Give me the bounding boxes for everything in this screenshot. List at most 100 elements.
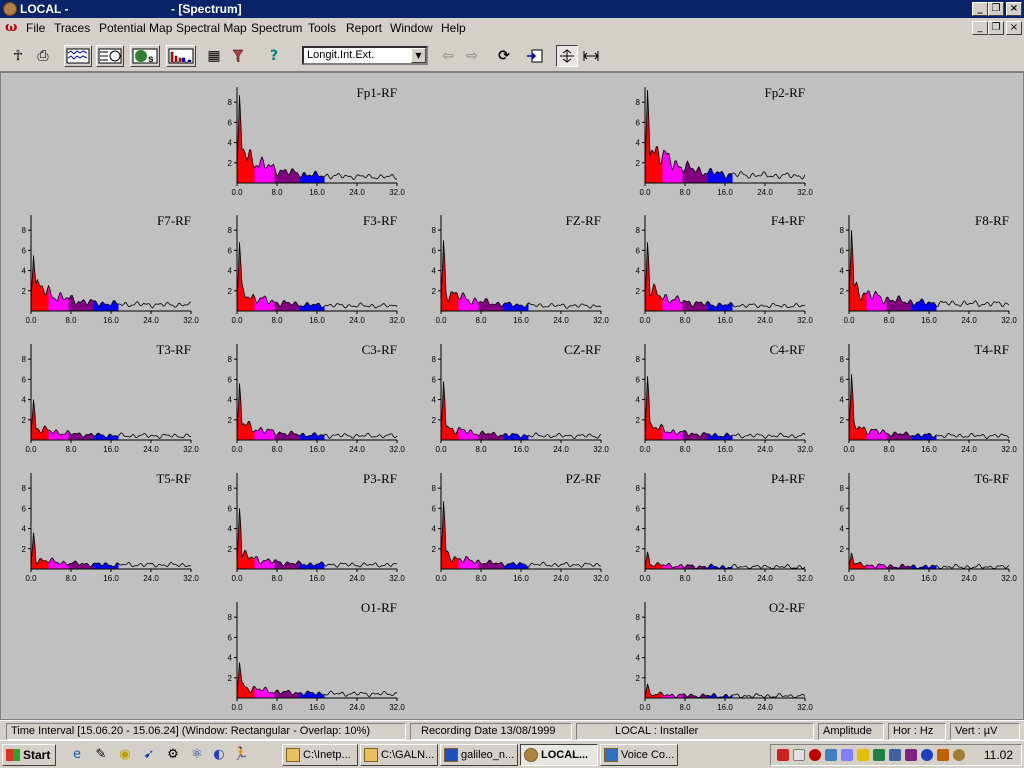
chat-icon[interactable]: [905, 749, 917, 761]
minimize-button[interactable]: _: [972, 2, 988, 16]
y-tick-label: 8: [636, 226, 641, 235]
restore-button[interactable]: ❐: [988, 2, 1004, 16]
menu-file[interactable]: File: [26, 21, 45, 35]
x-tick-label: 0.0: [231, 703, 243, 712]
menu-traces[interactable]: Traces: [54, 21, 90, 35]
document-menu-icon[interactable]: ω: [5, 20, 17, 35]
spectrum-view-icon[interactable]: [166, 45, 196, 67]
child-close-button[interactable]: ×: [1006, 21, 1022, 35]
child-restore-button[interactable]: ❐: [988, 21, 1004, 35]
spectrum-line: [440, 381, 602, 439]
vertical-scale-icon[interactable]: [556, 45, 578, 67]
import-icon[interactable]: [524, 45, 546, 67]
task-button-galileo[interactable]: galileo_n...: [440, 744, 518, 766]
x-tick-label: 32.0: [1001, 574, 1017, 583]
x-tick-label: 8.0: [271, 445, 283, 454]
spectrum-panel-pz: 2 4 6 8 0.0 8.0 16.0 24.0 32.0 PZ-RF: [425, 465, 625, 585]
x-tick-label: 24.0: [553, 574, 569, 583]
menu-help[interactable]: Help: [441, 21, 466, 35]
montage-view-icon[interactable]: [96, 45, 124, 67]
montage-select[interactable]: Longit.Int.Ext. ▼: [302, 46, 428, 65]
x-tick-label: 16.0: [717, 445, 733, 454]
refresh-icon[interactable]: ⟳: [494, 45, 514, 67]
x-tick-label: 32.0: [593, 316, 609, 325]
help-icon[interactable]: ?: [264, 45, 284, 67]
traces-view-icon[interactable]: [64, 45, 92, 67]
task-button-voice[interactable]: Voice Co...: [600, 744, 678, 766]
task-button-inetpub[interactable]: C:\Inetp...: [282, 744, 358, 766]
forward-arrow-icon[interactable]: ⇨: [462, 45, 482, 67]
spectrum-chart-o1: 2 4 6 8 0.0 8.0 16.0 24.0 32.0 O1-RF: [228, 600, 406, 712]
print-icon[interactable]: ⎙: [32, 45, 54, 67]
back-arrow-icon[interactable]: ⇦: [438, 45, 458, 67]
y-tick-label: 6: [22, 246, 27, 255]
network-icon[interactable]: [873, 749, 885, 761]
edit-icon[interactable]: ✎: [92, 746, 110, 764]
patient-icon[interactable]: ☥: [8, 45, 28, 67]
spectrum-chart-p4: 2 4 6 8 0.0 8.0 16.0 24.0 32.0 P4-RF: [636, 471, 814, 583]
app-icon[interactable]: [3, 2, 17, 16]
menu-tools[interactable]: Tools: [308, 21, 336, 35]
child-minimize-button[interactable]: _: [972, 21, 988, 35]
x-tick-label: 16.0: [513, 316, 529, 325]
shield-icon[interactable]: [777, 749, 789, 761]
band-area: [93, 300, 119, 311]
runner-icon[interactable]: 🏃: [232, 746, 250, 764]
spectrum-chart-f8: 2 4 6 8 0.0 8.0 16.0 24.0 32.0 F8-RF: [840, 213, 1018, 325]
head-map-icon[interactable]: s: [130, 45, 160, 67]
menu-spectrum[interactable]: Spectrum: [251, 21, 302, 35]
window-title: LOCAL -: [20, 2, 69, 16]
filter-icon[interactable]: [228, 45, 248, 67]
start-button[interactable]: Start: [2, 744, 56, 766]
tools-icon[interactable]: [841, 749, 853, 761]
alert-icon[interactable]: [809, 749, 821, 761]
menu-spectral-map[interactable]: Spectral Map: [176, 21, 247, 35]
channel-label: Fp2-RF: [765, 85, 805, 100]
pointer-icon[interactable]: ➹: [140, 746, 158, 764]
spectrum-panel-t4: 2 4 6 8 0.0 8.0 16.0 24.0 32.0 T4-RF: [833, 336, 1024, 456]
band-area: [441, 381, 459, 440]
channel-label: F3-RF: [363, 213, 397, 228]
x-tick-label: 8.0: [679, 445, 691, 454]
y-tick-label: 2: [228, 159, 233, 168]
browser-icon[interactable]: e: [68, 746, 86, 764]
app-icon[interactable]: [953, 749, 965, 761]
sync-icon[interactable]: [937, 749, 949, 761]
media-icon[interactable]: ◉: [116, 746, 134, 764]
x-tick-label: 32.0: [593, 574, 609, 583]
x-tick-label: 0.0: [639, 703, 651, 712]
mail-icon[interactable]: [793, 749, 805, 761]
menu-window[interactable]: Window: [390, 21, 433, 35]
settings-icon[interactable]: ⚙: [164, 746, 182, 764]
menu-potential-map[interactable]: Potential Map: [99, 21, 172, 35]
x-tick-label: 8.0: [883, 316, 895, 325]
horizontal-scale-icon[interactable]: [580, 45, 602, 67]
y-tick-label: 2: [228, 287, 233, 296]
x-tick-label: 32.0: [183, 316, 199, 325]
task-button-galn[interactable]: C:\GALN...: [360, 744, 438, 766]
x-tick-label: 8.0: [883, 445, 895, 454]
x-tick-label: 24.0: [349, 703, 365, 712]
y-tick-label: 2: [636, 416, 641, 425]
y-tick-label: 4: [432, 267, 437, 276]
x-tick-label: 16.0: [921, 316, 937, 325]
y-tick-label: 8: [432, 355, 437, 364]
pointer-icon[interactable]: [825, 749, 837, 761]
task-button-local[interactable]: LOCAL...: [520, 744, 598, 766]
monitor-icon[interactable]: [857, 749, 869, 761]
eye-icon[interactable]: [921, 749, 933, 761]
y-tick-label: 4: [432, 396, 437, 405]
band-area: [237, 662, 255, 698]
menu-report[interactable]: Report: [346, 21, 382, 35]
document-title: - [Spectrum]: [171, 2, 242, 16]
speaker-icon[interactable]: [889, 749, 901, 761]
channel-label: P4-RF: [771, 471, 805, 486]
close-button[interactable]: ×: [1006, 2, 1022, 16]
eye-icon[interactable]: ◐: [210, 746, 228, 764]
chevron-down-icon[interactable]: ▼: [411, 48, 426, 63]
x-tick-label: 16.0: [309, 188, 325, 197]
channel-select-icon[interactable]: ▦: [204, 45, 224, 67]
network-icon[interactable]: ⚛: [188, 746, 206, 764]
x-tick-label: 0.0: [435, 445, 447, 454]
band-area: [237, 95, 255, 183]
